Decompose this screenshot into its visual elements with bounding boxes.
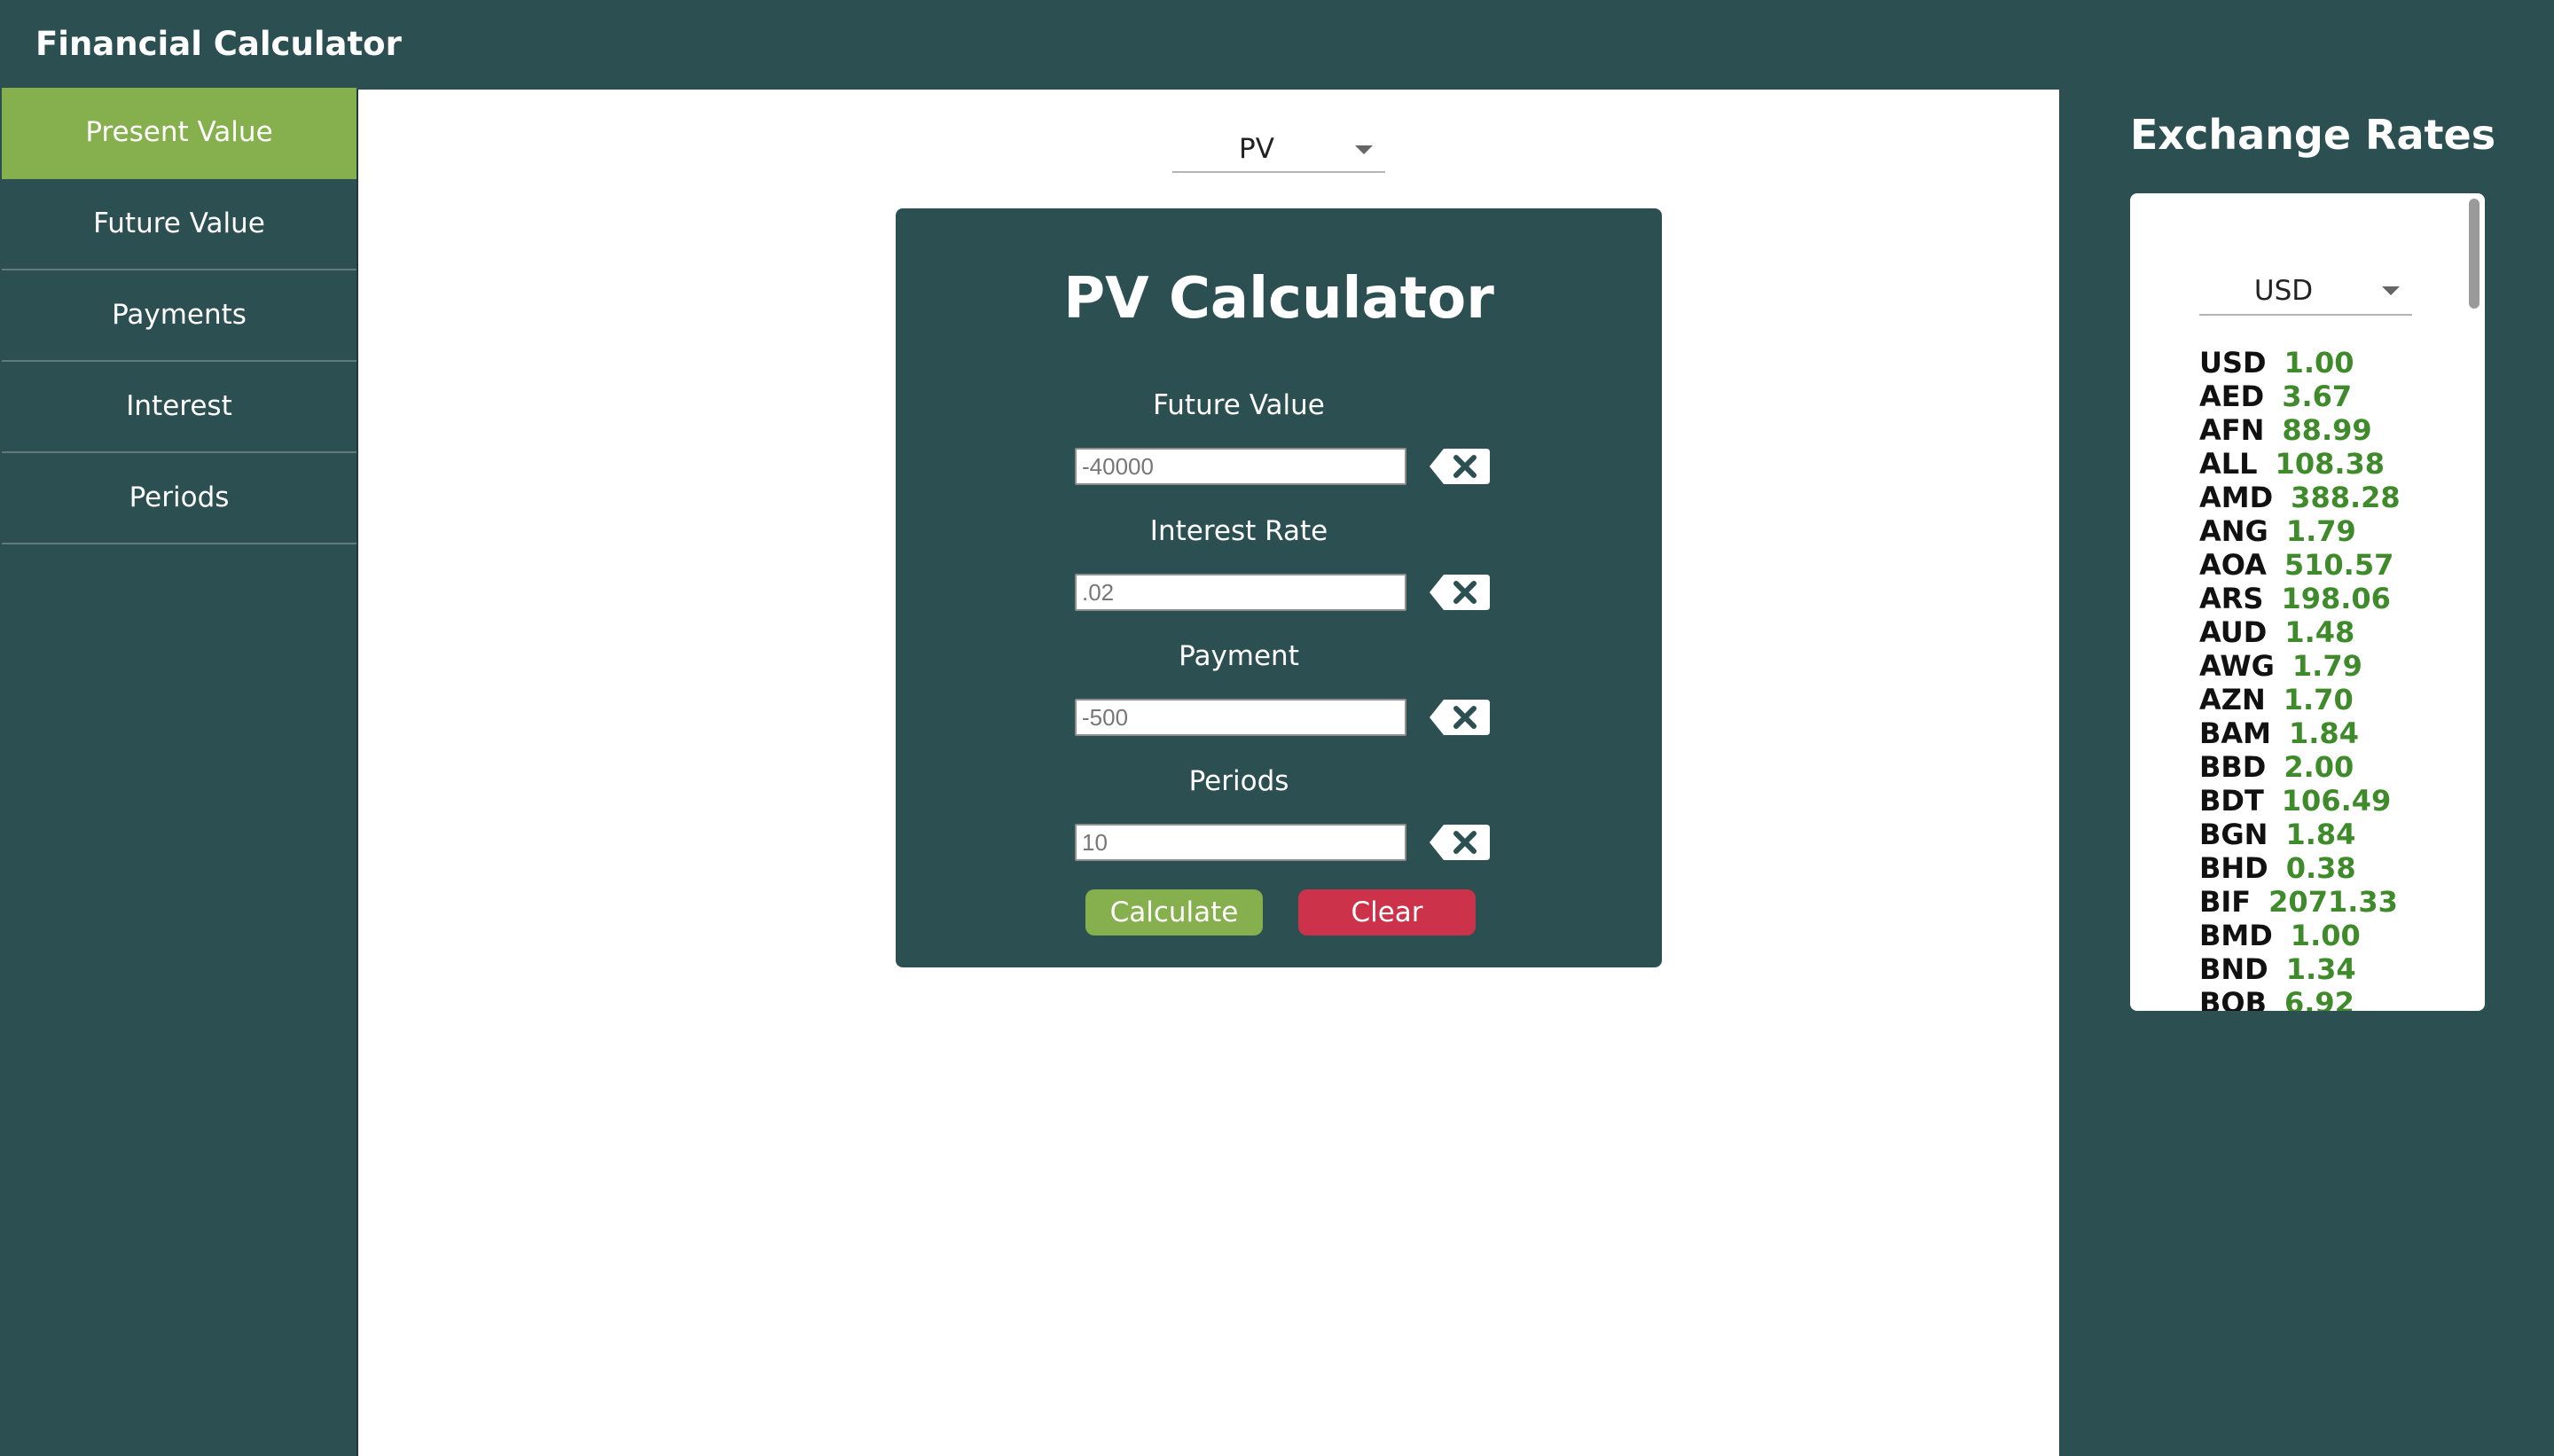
sidebar-item-future-value[interactable]: Future Value bbox=[2, 179, 356, 270]
calculator-card: PV Calculator Future Value Interest Rate… bbox=[896, 208, 1662, 967]
rate-row: BGN 1.84 bbox=[2199, 818, 2465, 851]
scrollbar-thumb[interactable] bbox=[2469, 199, 2480, 309]
sidebar-item-periods[interactable]: Periods bbox=[2, 453, 356, 544]
rate-value: 0.38 bbox=[2285, 851, 2356, 885]
rate-value: 1.48 bbox=[2284, 615, 2355, 649]
rate-value: 510.57 bbox=[2284, 548, 2394, 582]
payment-input[interactable] bbox=[1075, 699, 1406, 736]
future-value-input[interactable] bbox=[1075, 448, 1406, 485]
clear-button[interactable]: Clear bbox=[1298, 889, 1476, 935]
periods-label: Periods bbox=[1188, 765, 1289, 797]
rate-value: 108.38 bbox=[2275, 447, 2386, 481]
main-content: PV PV Calculator Future Value Interest R… bbox=[356, 90, 2059, 1456]
rate-code: AMD bbox=[2199, 481, 2274, 514]
top-bar: Financial Calculator bbox=[0, 0, 2554, 88]
rate-row: ALL 108.38 bbox=[2199, 447, 2465, 481]
rate-code: ALL bbox=[2199, 447, 2258, 481]
exchange-rates-panel: USD USD 1.00 AED 3.67 AFN 88.99 ALL 108.38 A… bbox=[2130, 193, 2485, 1011]
rate-code: AZN bbox=[2199, 683, 2266, 716]
base-currency-select[interactable]: USD bbox=[2199, 268, 2412, 316]
rate-row: BBD 2.00 bbox=[2199, 750, 2465, 784]
rate-row: AOA 510.57 bbox=[2199, 548, 2465, 582]
rate-row: AMD 388.28 bbox=[2199, 481, 2465, 514]
interest-rate-label: Interest Rate bbox=[1149, 515, 1328, 547]
rate-value: 1.00 bbox=[2284, 346, 2354, 380]
rate-value: 88.99 bbox=[2282, 413, 2372, 447]
rate-row: BND 1.34 bbox=[2199, 952, 2465, 986]
rate-value: 1.34 bbox=[2285, 952, 2356, 986]
calculator-type-value: PV bbox=[1239, 133, 1274, 165]
rate-list: USD 1.00 AED 3.67 AFN 88.99 ALL 108.38 AMD 38… bbox=[2199, 346, 2465, 1011]
rate-row: BAM 1.84 bbox=[2199, 716, 2465, 750]
rate-code: ARS bbox=[2199, 582, 2264, 615]
rate-code: BIF bbox=[2199, 885, 2252, 919]
clear-interest-rate-icon[interactable] bbox=[1428, 573, 1492, 612]
rate-code: BOB bbox=[2199, 986, 2267, 1011]
base-currency-value: USD bbox=[2253, 275, 2314, 307]
rate-value: 106.49 bbox=[2281, 784, 2392, 818]
rate-value: 1.00 bbox=[2290, 919, 2361, 952]
rate-value: 1.79 bbox=[2292, 649, 2362, 683]
rate-value: 1.84 bbox=[2285, 818, 2356, 851]
rate-value: 388.28 bbox=[2291, 481, 2401, 514]
calculate-button[interactable]: Calculate bbox=[1085, 889, 1263, 935]
rate-row: USD 1.00 bbox=[2199, 346, 2465, 380]
rate-value: 3.67 bbox=[2282, 380, 2353, 413]
rate-code: ANG bbox=[2199, 514, 2268, 548]
clear-periods-icon[interactable] bbox=[1428, 823, 1492, 862]
rate-code: BDT bbox=[2199, 784, 2264, 818]
sidebar-item-present-value[interactable]: Present Value bbox=[2, 88, 356, 179]
rate-row: AZN 1.70 bbox=[2199, 683, 2465, 716]
rate-code: AWG bbox=[2199, 649, 2275, 683]
sidebar-nav: Present Value Future Value Payments Inte… bbox=[2, 88, 356, 1456]
clear-future-value-icon[interactable] bbox=[1428, 447, 1492, 486]
chevron-down-icon bbox=[2382, 286, 2400, 295]
future-value-label: Future Value bbox=[1153, 389, 1325, 421]
rate-code: BBD bbox=[2199, 750, 2267, 784]
rate-code: USD bbox=[2199, 346, 2267, 380]
rate-value: 198.06 bbox=[2281, 582, 2391, 615]
rate-row: AED 3.67 bbox=[2199, 380, 2465, 413]
rate-code: BGN bbox=[2199, 818, 2268, 851]
rate-row: AWG 1.79 bbox=[2199, 649, 2465, 683]
calculator-title: PV Calculator bbox=[1063, 266, 1494, 332]
sidebar-item-payments[interactable]: Payments bbox=[2, 270, 356, 362]
rate-code: BND bbox=[2199, 952, 2268, 986]
rate-row: BDT 106.49 bbox=[2199, 784, 2465, 818]
rate-row: BMD 1.00 bbox=[2199, 919, 2465, 952]
chevron-down-icon bbox=[1355, 145, 1373, 154]
rate-code: BHD bbox=[2199, 851, 2268, 885]
clear-payment-icon[interactable] bbox=[1428, 698, 1492, 737]
rate-code: AUD bbox=[2199, 615, 2268, 649]
payment-label: Payment bbox=[1179, 640, 1299, 672]
rate-row: ARS 198.06 bbox=[2199, 582, 2465, 615]
rate-value: 1.79 bbox=[2285, 514, 2356, 548]
rate-row: BOB 6.92 bbox=[2199, 986, 2465, 1011]
interest-rate-input[interactable] bbox=[1075, 574, 1406, 611]
rate-code: BAM bbox=[2199, 716, 2271, 750]
rate-row: BHD 0.38 bbox=[2199, 851, 2465, 885]
rate-value: 1.84 bbox=[2289, 716, 2359, 750]
rate-row: AFN 88.99 bbox=[2199, 413, 2465, 447]
rate-value: 6.92 bbox=[2284, 986, 2354, 1011]
rate-code: AFN bbox=[2199, 413, 2265, 447]
rate-value: 1.70 bbox=[2283, 683, 2354, 716]
rate-code: AED bbox=[2199, 380, 2265, 413]
rate-row: BIF 2071.33 bbox=[2199, 885, 2465, 919]
rate-code: AOA bbox=[2199, 548, 2267, 582]
periods-input[interactable] bbox=[1075, 824, 1406, 861]
exchange-rates-title: Exchange Rates bbox=[2130, 111, 2496, 159]
rate-row: ANG 1.79 bbox=[2199, 514, 2465, 548]
calculator-type-select[interactable]: PV bbox=[1172, 127, 1385, 173]
rate-row: AUD 1.48 bbox=[2199, 615, 2465, 649]
rate-code: BMD bbox=[2199, 919, 2273, 952]
rate-value: 2.00 bbox=[2284, 750, 2354, 784]
rate-value: 2071.33 bbox=[2268, 885, 2398, 919]
sidebar-item-interest[interactable]: Interest bbox=[2, 362, 356, 453]
app-title: Financial Calculator bbox=[35, 25, 402, 63]
